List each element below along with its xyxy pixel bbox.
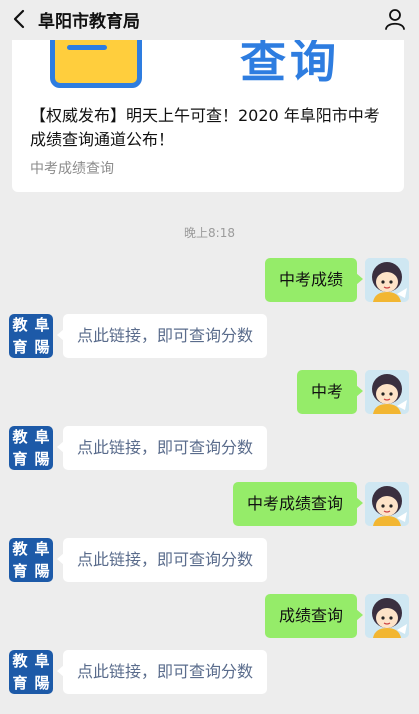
bot-avatar-char: 阜	[34, 652, 50, 670]
user-avatar[interactable]	[365, 482, 409, 526]
bot-avatar-char: 阜	[34, 428, 50, 446]
bot-avatar-char: 教	[12, 316, 28, 334]
message-row: 中考成绩查询	[0, 482, 419, 528]
bot-avatar-char: 育	[12, 338, 28, 356]
message-row: 教 阜 育 陽 点此链接，即可查询分数	[0, 650, 419, 696]
bot-avatar-char: 教	[12, 428, 28, 446]
bot-avatar[interactable]: 教 阜 育 陽	[9, 314, 53, 358]
bot-avatar[interactable]: 教 阜 育 陽	[9, 426, 53, 470]
bot-avatar-char: 教	[12, 540, 28, 558]
bot-avatar[interactable]: 教 阜 育 陽	[9, 538, 53, 582]
message-row: 中考成绩	[0, 258, 419, 304]
message-row: 教 阜 育 陽 点此链接，即可查询分数	[0, 426, 419, 472]
article-title: 【权威发布】明天上午可查！2020 年阜阳市中考成绩查询通道公布！	[30, 106, 380, 149]
back-button[interactable]	[6, 6, 32, 32]
user-avatar[interactable]	[365, 594, 409, 638]
bot-link-message[interactable]: 点此链接，即可查询分数	[56, 650, 268, 694]
chat-title: 阜阳市教育局	[38, 12, 140, 32]
chat-header: 阜阳市教育局	[0, 0, 419, 40]
bot-avatar-char: 陽	[34, 562, 50, 580]
bot-link-message[interactable]: 点此链接，即可查询分数	[56, 314, 268, 358]
article-card[interactable]: 查询 【权威发布】明天上午可查！2020 年阜阳市中考成绩查询通道公布！ 中考成…	[12, 30, 404, 192]
bot-avatar-char: 阜	[34, 540, 50, 558]
bot-link-message[interactable]: 点此链接，即可查询分数	[56, 426, 268, 470]
person-icon	[385, 9, 405, 30]
bot-avatar-char: 育	[12, 674, 28, 692]
user-message-bubble[interactable]: 成绩查询	[264, 594, 364, 638]
cartoon-avatar-icon	[365, 594, 409, 638]
bot-avatar[interactable]: 教 阜 育 陽	[9, 650, 53, 694]
bot-link-message[interactable]: 点此链接，即可查询分数	[56, 538, 268, 582]
bot-avatar-char: 阜	[34, 316, 50, 334]
message-row: 教 阜 育 陽 点此链接，即可查询分数	[0, 314, 419, 360]
bot-avatar-char: 教	[12, 652, 28, 670]
banner-text: 查询	[240, 34, 340, 88]
message-row: 成绩查询	[0, 594, 419, 640]
message-row: 中考	[0, 370, 419, 416]
profile-button[interactable]	[381, 5, 409, 33]
cartoon-avatar-icon	[365, 482, 409, 526]
cartoon-avatar-icon	[365, 370, 409, 414]
bot-avatar-char: 陽	[34, 674, 50, 692]
message-row: 教 阜 育 陽 点此链接，即可查询分数	[0, 538, 419, 584]
bot-avatar-char: 育	[12, 562, 28, 580]
bot-avatar-char: 陽	[34, 338, 50, 356]
bot-avatar-char: 育	[12, 450, 28, 468]
chevron-left-icon	[13, 9, 25, 29]
user-avatar[interactable]	[365, 370, 409, 414]
user-message-bubble[interactable]: 中考成绩	[264, 258, 364, 302]
cartoon-avatar-icon	[365, 258, 409, 302]
user-message-bubble[interactable]: 中考成绩查询	[232, 482, 364, 526]
bot-avatar-char: 陽	[34, 450, 50, 468]
user-message-bubble[interactable]: 中考	[296, 370, 364, 414]
user-avatar[interactable]	[365, 258, 409, 302]
article-source: 中考成绩查询	[30, 161, 114, 177]
message-timestamp: 晚上8:18	[184, 226, 235, 240]
